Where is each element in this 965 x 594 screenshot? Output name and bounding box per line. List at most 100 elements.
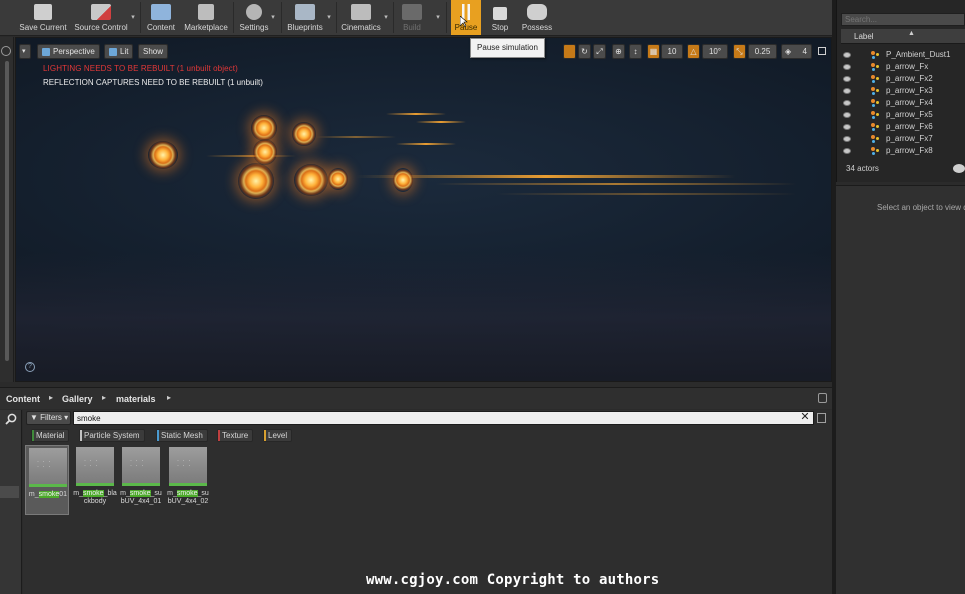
settings-dropdown-icon[interactable]: ▾ bbox=[269, 10, 277, 26]
visibility-eye-icon[interactable] bbox=[843, 64, 851, 70]
view-options-eye-icon[interactable] bbox=[953, 164, 965, 173]
outliner-search-input[interactable] bbox=[841, 13, 965, 26]
visibility-eye-icon[interactable] bbox=[843, 148, 851, 154]
outliner-row[interactable]: p_arrow_Fx6 bbox=[841, 121, 965, 133]
build-dropdown-icon[interactable]: ▾ bbox=[434, 10, 442, 26]
blueprints-dropdown-icon[interactable]: ▾ bbox=[325, 10, 333, 26]
breadcrumb-content[interactable]: Content bbox=[6, 394, 40, 404]
perspective-icon bbox=[42, 47, 50, 56]
outliner-row[interactable]: p_arrow_Fx7 bbox=[841, 133, 965, 145]
level-viewport[interactable]: ▾ Perspective Lit Show LIGHTING NEEDS TO… bbox=[15, 37, 832, 382]
visibility-eye-icon[interactable] bbox=[843, 88, 851, 94]
breadcrumb-gallery[interactable]: Gallery bbox=[62, 394, 93, 404]
filter-chip-material[interactable]: Material bbox=[31, 429, 70, 442]
cinematics-dropdown-icon[interactable]: ▾ bbox=[382, 10, 390, 26]
visibility-eye-icon[interactable] bbox=[843, 52, 851, 58]
visibility-eye-icon[interactable] bbox=[843, 124, 851, 130]
breadcrumb-arrow-icon[interactable]: ▸ bbox=[167, 393, 171, 402]
particle-actor-icon bbox=[871, 123, 880, 132]
actor-count: 34 actors bbox=[846, 164, 879, 173]
build-button[interactable]: Build bbox=[397, 0, 427, 35]
chip-color-bar bbox=[32, 430, 34, 441]
outliner-row[interactable]: p_arrow_Fx3 bbox=[841, 85, 965, 97]
collapsed-sources-tab[interactable] bbox=[0, 486, 19, 498]
reflection-warning: REFLECTION CAPTURES NEED TO BE REBUILT (… bbox=[43, 78, 263, 87]
show-dropdown[interactable]: Show bbox=[138, 44, 169, 59]
toolbar-separator bbox=[233, 2, 234, 33]
marketplace-button[interactable]: Marketplace bbox=[182, 0, 230, 35]
asset-search-input[interactable] bbox=[73, 411, 814, 425]
visibility-eye-icon[interactable] bbox=[843, 112, 851, 118]
cinematics-button[interactable]: Cinematics bbox=[339, 0, 383, 35]
outliner-row[interactable]: p_arrow_Fx bbox=[841, 61, 965, 73]
translate-tool-icon[interactable] bbox=[563, 44, 576, 59]
asset-tile[interactable]: · · · · · · m_smoke_subUV_4x4_02 bbox=[166, 445, 210, 515]
outliner-row[interactable]: p_arrow_Fx5 bbox=[841, 109, 965, 121]
particle-actor-icon bbox=[871, 75, 880, 84]
outliner-row[interactable]: p_arrow_Fx8 bbox=[841, 145, 965, 157]
viewport-options-dropdown[interactable]: ▾ bbox=[19, 44, 31, 59]
maximize-viewport-icon[interactable] bbox=[818, 47, 826, 55]
outliner-row[interactable]: P_Ambient_Dust1 bbox=[841, 49, 965, 61]
rotation-snap-icon[interactable]: △ bbox=[687, 44, 700, 59]
source-control-dropdown-icon[interactable]: ▾ bbox=[129, 10, 137, 26]
asset-tile[interactable]: · · · · · · m_smoke_blackbody bbox=[73, 445, 117, 515]
blueprints-icon bbox=[295, 4, 315, 20]
search-icon[interactable] bbox=[1, 46, 11, 56]
fire-streak bbox=[396, 143, 456, 145]
save-current-button[interactable]: Save Current bbox=[18, 0, 68, 35]
settings-button[interactable]: Settings bbox=[236, 0, 272, 35]
filters-button[interactable]: ▼ Filters ▾ bbox=[26, 411, 71, 425]
fire-streak bbox=[356, 175, 736, 178]
scale-snap-value[interactable]: 0.25 bbox=[748, 44, 777, 59]
breadcrumb-arrow-icon[interactable]: ▸ bbox=[49, 393, 53, 402]
outliner-row[interactable]: p_arrow_Fx2 bbox=[841, 73, 965, 85]
chip-color-bar bbox=[218, 430, 220, 441]
grid-snap-value[interactable]: 10 bbox=[661, 44, 683, 59]
visibility-eye-icon[interactable] bbox=[843, 136, 851, 142]
world-coordinate-icon[interactable]: ⊕ bbox=[612, 44, 625, 59]
outliner-header: Label ▲ bbox=[841, 29, 965, 44]
fire-swirl bbox=[148, 141, 178, 169]
visibility-eye-icon[interactable] bbox=[843, 100, 851, 106]
asset-tile[interactable]: · · · · · · m_smoke_subUV_4x4_01 bbox=[119, 445, 163, 515]
breadcrumb-materials[interactable]: materials bbox=[116, 394, 156, 404]
lighting-warning: LIGHTING NEEDS TO BE REBUILT (1 unbuilt … bbox=[43, 64, 238, 73]
perspective-dropdown[interactable]: Perspective bbox=[37, 44, 100, 59]
view-mode-dropdown[interactable]: Lit bbox=[104, 44, 134, 59]
grid-snap-icon[interactable]: ▦ bbox=[647, 44, 660, 59]
possess-button[interactable]: Possess bbox=[519, 0, 555, 35]
fire-swirl bbox=[251, 115, 277, 141]
surface-snap-icon[interactable]: ↕ bbox=[629, 44, 642, 59]
source-control-button[interactable]: Source Control bbox=[72, 0, 130, 35]
rotate-tool-icon[interactable]: ↻ bbox=[578, 44, 591, 59]
asset-tile[interactable]: · · · · · · m_smoke01 bbox=[25, 445, 69, 515]
content-button[interactable]: Content bbox=[144, 0, 178, 35]
label-column-header[interactable]: Label bbox=[854, 32, 874, 41]
search-icon[interactable] bbox=[4, 413, 18, 425]
breadcrumb-arrow-icon[interactable]: ▸ bbox=[102, 393, 106, 402]
outliner-row[interactable]: p_arrow_Fx4 bbox=[841, 97, 965, 109]
fire-streak bbox=[416, 121, 466, 123]
stop-button[interactable]: Stop bbox=[485, 0, 515, 35]
content-icon bbox=[151, 4, 171, 20]
blueprints-button[interactable]: Blueprints bbox=[285, 0, 325, 35]
filter-chip-texture[interactable]: Texture bbox=[217, 429, 254, 442]
asset-name: m_smoke01 bbox=[28, 491, 68, 498]
settings-icon bbox=[246, 4, 262, 20]
scrollbar[interactable] bbox=[5, 61, 9, 361]
rotation-snap-value[interactable]: 10° bbox=[702, 44, 728, 59]
particle-actor-icon bbox=[871, 147, 880, 156]
lock-icon[interactable] bbox=[818, 393, 827, 403]
filter-chip-level[interactable]: Level bbox=[263, 429, 293, 442]
clear-search-icon[interactable]: ✕ bbox=[799, 411, 811, 425]
mouse-cursor-icon bbox=[460, 16, 468, 28]
save-search-icon[interactable] bbox=[817, 413, 826, 423]
scale-snap-icon[interactable]: ⤡ bbox=[733, 44, 746, 59]
visibility-eye-icon[interactable] bbox=[843, 76, 851, 82]
filter-chip-static-mesh[interactable]: Static Mesh bbox=[156, 429, 208, 442]
help-icon[interactable]: ? bbox=[25, 362, 35, 372]
scale-tool-icon[interactable]: ⤢ bbox=[593, 44, 606, 59]
camera-speed-button[interactable]: ◈ 4 bbox=[781, 44, 812, 59]
filter-chip-particle-system[interactable]: Particle System bbox=[79, 429, 145, 442]
